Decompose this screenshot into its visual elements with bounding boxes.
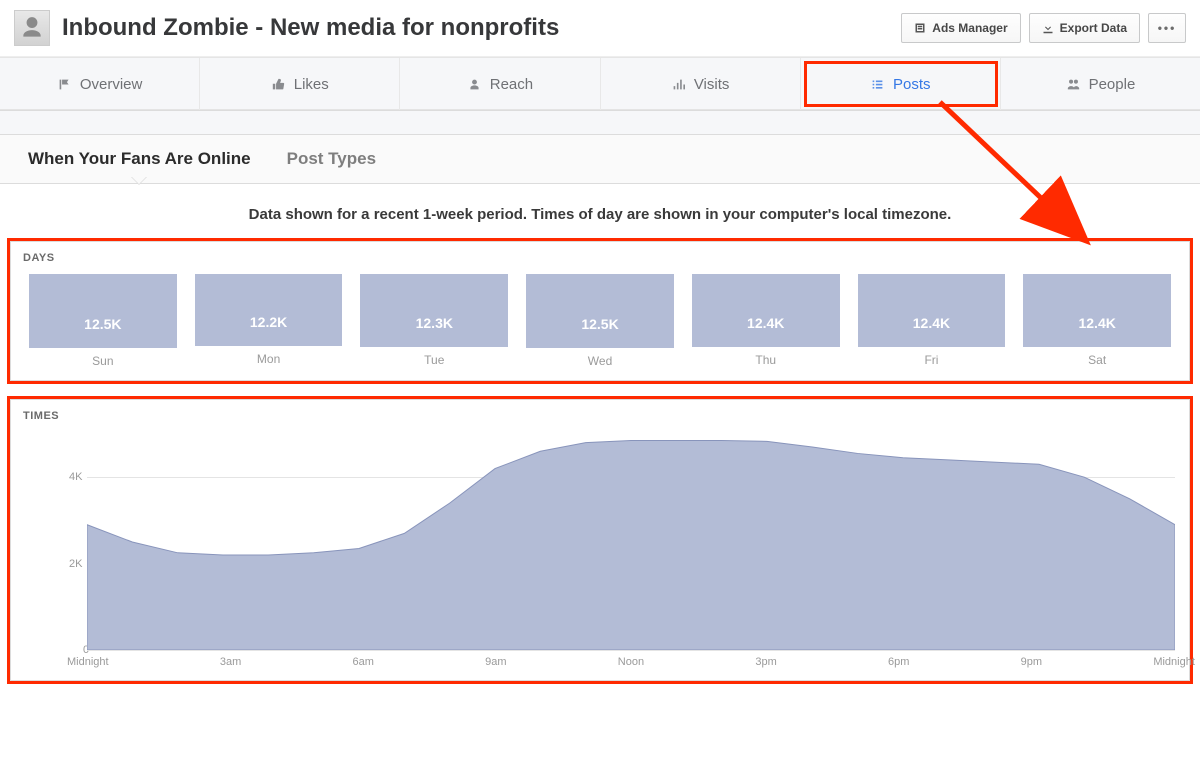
day-col-sun[interactable]: 12.5K Sun	[29, 274, 177, 368]
day-bar: 12.5K	[526, 274, 674, 348]
x-tick-label: 3pm	[755, 656, 776, 668]
export-data-button[interactable]: Export Data	[1029, 13, 1140, 43]
day-label: Thu	[692, 353, 840, 367]
tab-people[interactable]: People	[1001, 58, 1200, 110]
tab-overview[interactable]: Overview	[0, 58, 200, 110]
tab-posts-label: Posts	[893, 76, 931, 93]
day-bar: 12.4K	[1023, 274, 1171, 347]
tab-reach-label: Reach	[490, 76, 533, 93]
x-tick-label: 9pm	[1021, 656, 1042, 668]
tab-visits[interactable]: Visits	[601, 58, 801, 110]
times-chart-wrap: 02K4KMidnight3am6am9amNoon3pm6pm9pmMidni…	[11, 426, 1189, 680]
y-tick-label: 4K	[69, 471, 82, 483]
tab-reach[interactable]: Reach	[400, 58, 600, 110]
y-tick-label: 2K	[69, 558, 82, 570]
tab-likes-label: Likes	[294, 76, 329, 93]
day-col-fri[interactable]: 12.4K Fri	[858, 274, 1006, 368]
people-icon	[1066, 78, 1081, 91]
tab-people-label: People	[1089, 76, 1136, 93]
times-chart: 02K4KMidnight3am6am9amNoon3pm6pm9pmMidni…	[25, 434, 1175, 668]
ads-icon	[914, 22, 926, 34]
times-panel-title: TIMES	[11, 400, 1189, 426]
x-tick-label: 3am	[220, 656, 241, 668]
info-line: Data shown for a recent 1-week period. T…	[0, 184, 1200, 241]
header-buttons: Ads Manager Export Data •••	[901, 13, 1186, 43]
more-button[interactable]: •••	[1148, 13, 1186, 43]
tab-likes[interactable]: Likes	[200, 58, 400, 110]
x-tick-label: 6pm	[888, 656, 909, 668]
day-bar: 12.2K	[195, 274, 343, 346]
bars-icon	[671, 78, 686, 91]
page-title: Inbound Zombie - New media for nonprofit…	[62, 14, 901, 42]
export-data-label: Export Data	[1060, 21, 1127, 35]
day-bar: 12.3K	[360, 274, 508, 347]
flag-icon	[57, 78, 72, 91]
day-bar: 12.4K	[858, 274, 1006, 347]
x-tick-label: Midnight	[1153, 656, 1195, 668]
posts-sub-tabs: When Your Fans Are Online Post Types	[0, 135, 1200, 184]
day-col-sat[interactable]: 12.4K Sat	[1023, 274, 1171, 368]
spacer-bar	[0, 111, 1200, 135]
ads-manager-label: Ads Manager	[932, 21, 1007, 35]
day-label: Sat	[1023, 353, 1171, 367]
ellipsis-icon: •••	[1158, 21, 1177, 35]
days-panel: DAYS 12.5KSun12.2KMon12.3KTue12.5KWed12.…	[10, 241, 1190, 381]
page-avatar[interactable]	[14, 10, 50, 46]
day-col-mon[interactable]: 12.2K Mon	[195, 274, 343, 368]
day-col-wed[interactable]: 12.5K Wed	[526, 274, 674, 368]
x-tick-label: Midnight	[67, 656, 109, 668]
x-tick-label: 6am	[352, 656, 373, 668]
tab-overview-label: Overview	[80, 76, 143, 93]
subtab-when-online-label: When Your Fans Are Online	[28, 149, 251, 168]
day-label: Fri	[858, 353, 1006, 367]
avatar-icon	[19, 15, 45, 41]
day-bar: 12.4K	[692, 274, 840, 347]
list-icon	[870, 78, 885, 91]
days-panel-title: DAYS	[11, 242, 1189, 268]
download-icon	[1042, 22, 1054, 34]
times-panel: TIMES 02K4KMidnight3am6am9amNoon3pm6pm9p…	[10, 399, 1190, 681]
page-header: Inbound Zombie - New media for nonprofit…	[0, 0, 1200, 57]
day-label: Tue	[360, 353, 508, 367]
thumbs-up-icon	[271, 78, 286, 91]
tab-posts[interactable]: Posts	[801, 58, 1001, 110]
day-col-thu[interactable]: 12.4K Thu	[692, 274, 840, 368]
days-row: 12.5K Sun 12.2K Mon 12.3K Tue 12.5K Wed 12.4K Thu…	[11, 268, 1189, 380]
tab-visits-label: Visits	[694, 76, 730, 93]
day-label: Mon	[195, 352, 343, 366]
x-tick-label: Noon	[618, 656, 644, 668]
x-tick-label: 9am	[485, 656, 506, 668]
day-label: Wed	[526, 354, 674, 368]
person-icon	[467, 78, 482, 91]
subtab-post-types-label: Post Types	[287, 149, 376, 168]
subtab-post-types[interactable]: Post Types	[269, 135, 394, 183]
ads-manager-button[interactable]: Ads Manager	[901, 13, 1020, 43]
subtab-when-online[interactable]: When Your Fans Are Online	[10, 135, 269, 183]
day-label: Sun	[29, 354, 177, 368]
day-bar: 12.5K	[29, 274, 177, 348]
insights-main-tabs: Overview Likes Reach Visits Posts People	[0, 57, 1200, 111]
day-col-tue[interactable]: 12.3K Tue	[360, 274, 508, 368]
